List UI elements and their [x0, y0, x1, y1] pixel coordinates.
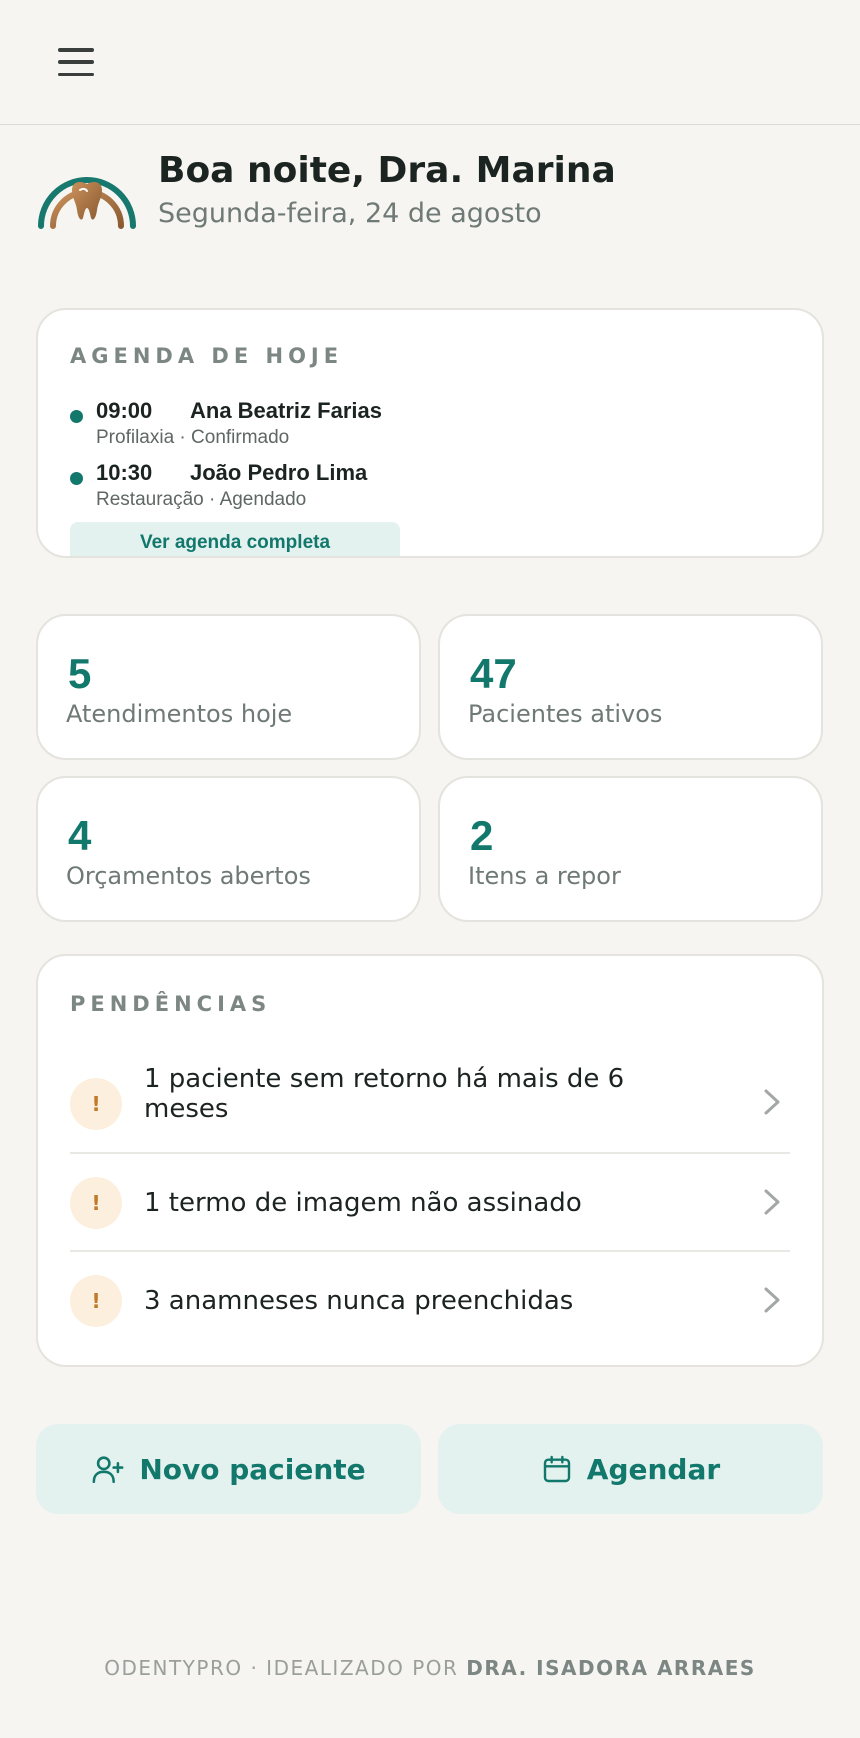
view-full-agenda-button[interactable]: Ver agenda completa	[70, 522, 400, 556]
appointment-item[interactable]: 09:00 Ana Beatriz Farias Profilaxia · Co…	[70, 398, 770, 454]
top-bar	[0, 0, 860, 125]
stat-card-appointments-today[interactable]: 5 Atendimentos hoje	[36, 614, 421, 760]
greeting-title: Boa noite, Dra. Marina	[158, 150, 616, 191]
pending-title: PENDÊNCIAS	[70, 992, 272, 1016]
appointment-patient: João Pedro Lima	[190, 460, 368, 485]
stat-label: Atendimentos hoje	[66, 700, 293, 728]
stat-card-active-patients[interactable]: 47 Pacientes ativos	[438, 614, 823, 760]
pending-item[interactable]: ! 3 anamneses nunca preenchidas	[70, 1252, 790, 1350]
stat-value: 47	[470, 650, 517, 697]
warning-icon: !	[70, 1275, 122, 1327]
stat-value: 2	[470, 812, 494, 859]
schedule-button[interactable]: Agendar	[438, 1424, 823, 1514]
chevron-right-icon	[764, 1189, 780, 1215]
appointment-time: 10:30	[96, 460, 153, 485]
footer-author: DRA. ISADORA ARRAES	[466, 1656, 756, 1680]
stat-label: Orçamentos abertos	[66, 862, 311, 890]
new-patient-label: Novo paciente	[139, 1452, 366, 1486]
appointment-time: 09:00	[96, 398, 153, 423]
greeting-date: Segunda-feira, 24 de agosto	[158, 198, 542, 229]
appointment-meta: Profilaxia · Confirmado	[96, 427, 290, 448]
today-agenda-card: AGENDA DE HOJE 09:00 Ana Beatriz Farias …	[36, 308, 824, 558]
user-plus-icon	[92, 1456, 124, 1484]
pending-item-text: 1 termo de imagem não assinado	[144, 1188, 582, 1218]
appointment-patient: Ana Beatriz Farias	[190, 398, 382, 423]
pending-item-text: 3 anamneses nunca preenchidas	[144, 1286, 574, 1316]
warning-icon: !	[70, 1177, 122, 1229]
chevron-right-icon	[764, 1287, 780, 1313]
agenda-title: AGENDA DE HOJE	[70, 344, 344, 368]
greeting-header: Boa noite, Dra. Marina Segunda-feira, 24…	[36, 150, 826, 250]
schedule-label: Agendar	[586, 1452, 721, 1486]
stat-value: 4	[68, 812, 92, 859]
stat-card-open-quotes[interactable]: 4 Orçamentos abertos	[36, 776, 421, 922]
hamburger-menu-icon[interactable]	[58, 48, 94, 76]
status-dot-icon	[70, 472, 83, 485]
footer-prefix: ODENTYPRO · IDEALIZADO POR	[104, 1656, 459, 1680]
footer: ODENTYPRO · IDEALIZADO POR DRA. ISADORA …	[0, 1656, 860, 1680]
pending-card: PENDÊNCIAS ! 1 paciente sem retorno há m…	[36, 954, 824, 1367]
new-patient-button[interactable]: Novo paciente	[36, 1424, 421, 1514]
calendar-icon	[543, 1455, 570, 1483]
status-dot-icon	[70, 410, 83, 423]
stat-label: Itens a repor	[468, 862, 621, 890]
appointment-meta: Restauração · Agendado	[96, 489, 307, 510]
appointment-item[interactable]: 10:30 João Pedro Lima Restauração · Agen…	[70, 460, 770, 516]
tooth-arch-logo	[38, 177, 136, 229]
chevron-right-icon	[764, 1089, 780, 1115]
pending-item-text: 1 paciente sem retorno há mais de 6 mese…	[144, 1064, 625, 1124]
warning-icon: !	[70, 1078, 122, 1130]
stat-card-items-to-restock[interactable]: 2 Itens a repor	[438, 776, 823, 922]
pending-item[interactable]: ! 1 paciente sem retorno há mais de 6 me…	[70, 1056, 790, 1154]
pending-item[interactable]: ! 1 termo de imagem não assinado	[70, 1154, 790, 1252]
stat-value: 5	[68, 650, 92, 697]
stat-label: Pacientes ativos	[468, 700, 663, 728]
